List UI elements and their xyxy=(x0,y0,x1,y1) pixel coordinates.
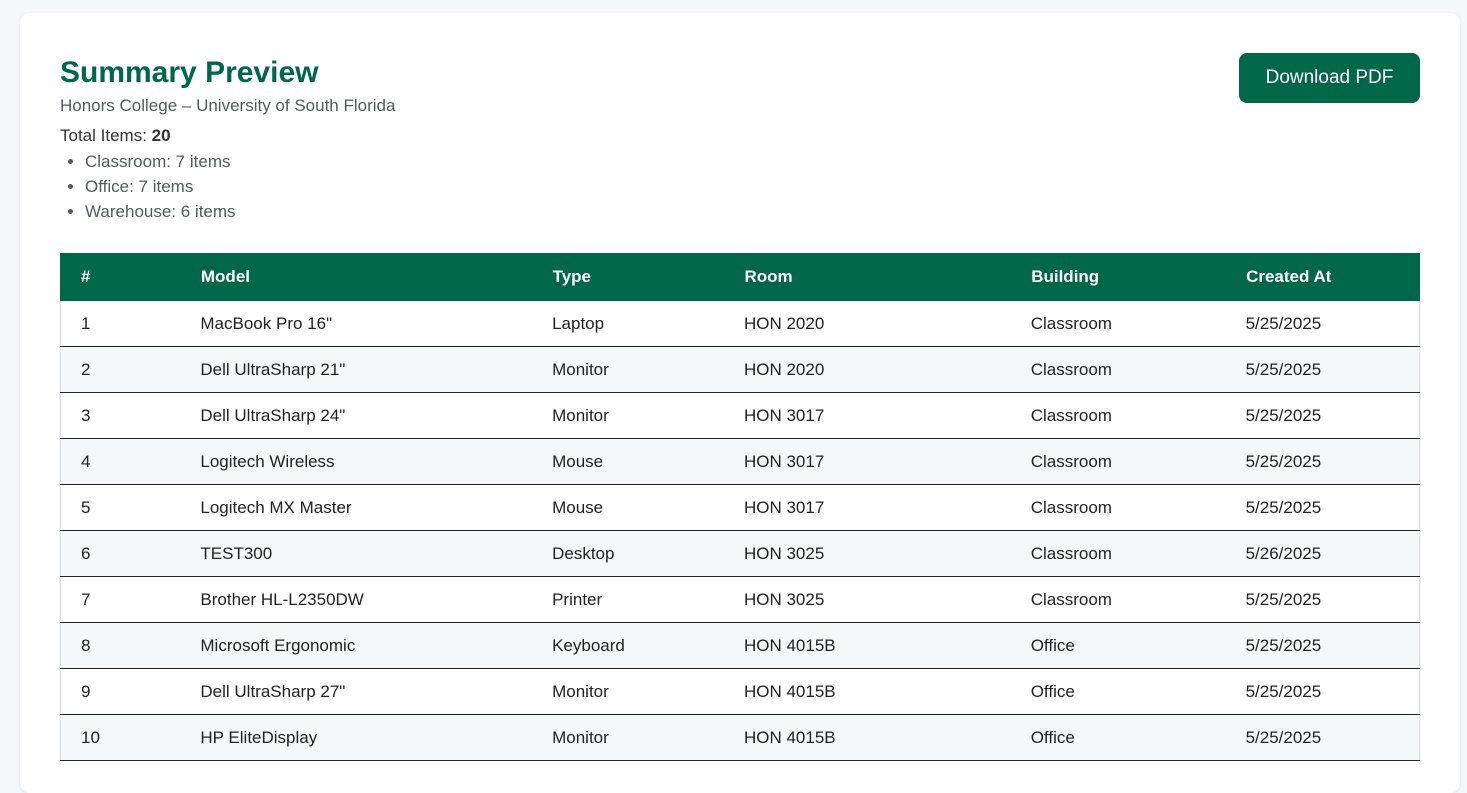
table-row: 4 Logitech Wireless Mouse HON 3017 Class… xyxy=(60,438,1420,485)
cell-type: Keyboard xyxy=(532,622,724,669)
cell-model: Dell UltraSharp 24" xyxy=(180,392,533,439)
cell-number: 5 xyxy=(60,484,181,531)
download-pdf-button[interactable]: Download PDF xyxy=(1239,53,1420,103)
cell-room: HON 2020 xyxy=(723,300,1011,347)
cell-model: Dell UltraSharp 21" xyxy=(180,346,533,393)
cell-type: Monitor xyxy=(532,668,724,715)
cell-created-at: 5/25/2025 xyxy=(1225,438,1420,485)
table-row: 5 Logitech MX Master Mouse HON 3017 Clas… xyxy=(60,484,1420,531)
cell-type: Monitor xyxy=(532,346,724,393)
cell-building: Office xyxy=(1010,714,1226,761)
table-row: 1 MacBook Pro 16" Laptop HON 2020 Classr… xyxy=(60,300,1420,347)
cell-number: 1 xyxy=(60,300,181,347)
cell-model: Logitech Wireless xyxy=(180,438,533,485)
cell-created-at: 5/25/2025 xyxy=(1225,484,1420,531)
cell-created-at: 5/25/2025 xyxy=(1225,300,1420,347)
cell-room: HON 4015B xyxy=(723,714,1011,761)
cell-room: HON 2020 xyxy=(723,346,1011,393)
cell-building: Classroom xyxy=(1010,346,1226,393)
cell-room: HON 3025 xyxy=(723,530,1011,577)
cell-created-at: 5/25/2025 xyxy=(1225,576,1420,623)
cell-model: Microsoft Ergonomic xyxy=(180,622,533,669)
page-title: Summary Preview xyxy=(60,56,319,89)
items-table: # Model Type Room Building Created At 1 … xyxy=(60,253,1420,761)
cell-created-at: 5/26/2025 xyxy=(1225,530,1420,577)
cell-room: HON 4015B xyxy=(723,668,1011,715)
breakdown-item-office: Office: 7 items xyxy=(85,174,1420,199)
column-header-number: # xyxy=(60,253,181,301)
cell-created-at: 5/25/2025 xyxy=(1225,346,1420,393)
total-items-value: 20 xyxy=(151,126,171,145)
table-body: 1 MacBook Pro 16" Laptop HON 2020 Classr… xyxy=(60,300,1420,761)
cell-number: 6 xyxy=(60,530,181,577)
total-items: Total Items: 20 xyxy=(60,125,1420,147)
cell-building: Office xyxy=(1010,622,1226,669)
summary-header: Summary Preview Honors College – Univers… xyxy=(60,53,1420,224)
cell-building: Classroom xyxy=(1010,484,1226,531)
column-header-created-at: Created At xyxy=(1225,253,1420,301)
cell-type: Monitor xyxy=(532,392,724,439)
building-breakdown: Classroom: 7 items Office: 7 items Wareh… xyxy=(60,149,1420,224)
cell-building: Classroom xyxy=(1010,576,1226,623)
cell-room: HON 3017 xyxy=(723,484,1011,531)
cell-building: Classroom xyxy=(1010,392,1226,439)
cell-number: 8 xyxy=(60,622,181,669)
cell-type: Monitor xyxy=(532,714,724,761)
cell-model: MacBook Pro 16" xyxy=(180,300,533,347)
page-subtitle: Honors College – University of South Flo… xyxy=(60,96,396,115)
cell-model: Logitech MX Master xyxy=(180,484,533,531)
cell-number: 4 xyxy=(60,438,181,485)
cell-type: Mouse xyxy=(532,438,724,485)
cell-model: HP EliteDisplay xyxy=(180,714,533,761)
cell-number: 7 xyxy=(60,576,181,623)
cell-building: Classroom xyxy=(1010,530,1226,577)
cell-number: 9 xyxy=(60,668,181,715)
cell-room: HON 3017 xyxy=(723,438,1011,485)
breakdown-item-warehouse: Warehouse: 6 items xyxy=(85,199,1420,224)
cell-created-at: 5/25/2025 xyxy=(1225,714,1420,761)
table-header-row: # Model Type Room Building Created At xyxy=(60,253,1420,301)
total-items-label: Total Items: xyxy=(60,126,147,145)
cell-type: Laptop xyxy=(532,300,724,347)
cell-room: HON 3017 xyxy=(723,392,1011,439)
table-row: 7 Brother HL-L2350DW Printer HON 3025 Cl… xyxy=(60,576,1420,623)
cell-model: Brother HL-L2350DW xyxy=(180,576,533,623)
cell-type: Printer xyxy=(532,576,724,623)
cell-building: Classroom xyxy=(1010,300,1226,347)
column-header-building: Building xyxy=(1010,253,1227,301)
column-header-model: Model xyxy=(179,253,533,301)
table-row: 2 Dell UltraSharp 21" Monitor HON 2020 C… xyxy=(60,346,1420,393)
column-header-room: Room xyxy=(723,253,1012,301)
cell-room: HON 4015B xyxy=(723,622,1011,669)
table-row: 3 Dell UltraSharp 24" Monitor HON 3017 C… xyxy=(60,392,1420,439)
table-header: # Model Type Room Building Created At xyxy=(60,253,1420,301)
cell-type: Desktop xyxy=(532,530,724,577)
table-row: 8 Microsoft Ergonomic Keyboard HON 4015B… xyxy=(60,622,1420,669)
summary-card: Summary Preview Honors College – Univers… xyxy=(20,13,1460,793)
cell-room: HON 3025 xyxy=(723,576,1011,623)
table-row: 10 HP EliteDisplay Monitor HON 4015B Off… xyxy=(60,714,1420,761)
breakdown-item-classroom: Classroom: 7 items xyxy=(85,149,1420,174)
table-row: 6 TEST300 Desktop HON 3025 Classroom 5/2… xyxy=(60,530,1420,577)
cell-model: TEST300 xyxy=(180,530,533,577)
cell-number: 10 xyxy=(60,714,181,761)
cell-number: 3 xyxy=(60,392,181,439)
cell-type: Mouse xyxy=(532,484,724,531)
cell-number: 2 xyxy=(60,346,181,393)
cell-created-at: 5/25/2025 xyxy=(1225,622,1420,669)
table-row: 9 Dell UltraSharp 27" Monitor HON 4015B … xyxy=(60,668,1420,715)
cell-building: Office xyxy=(1010,668,1226,715)
cell-building: Classroom xyxy=(1010,438,1226,485)
cell-created-at: 5/25/2025 xyxy=(1225,392,1420,439)
cell-model: Dell UltraSharp 27" xyxy=(180,668,533,715)
column-header-type: Type xyxy=(531,253,725,301)
cell-created-at: 5/25/2025 xyxy=(1225,668,1420,715)
